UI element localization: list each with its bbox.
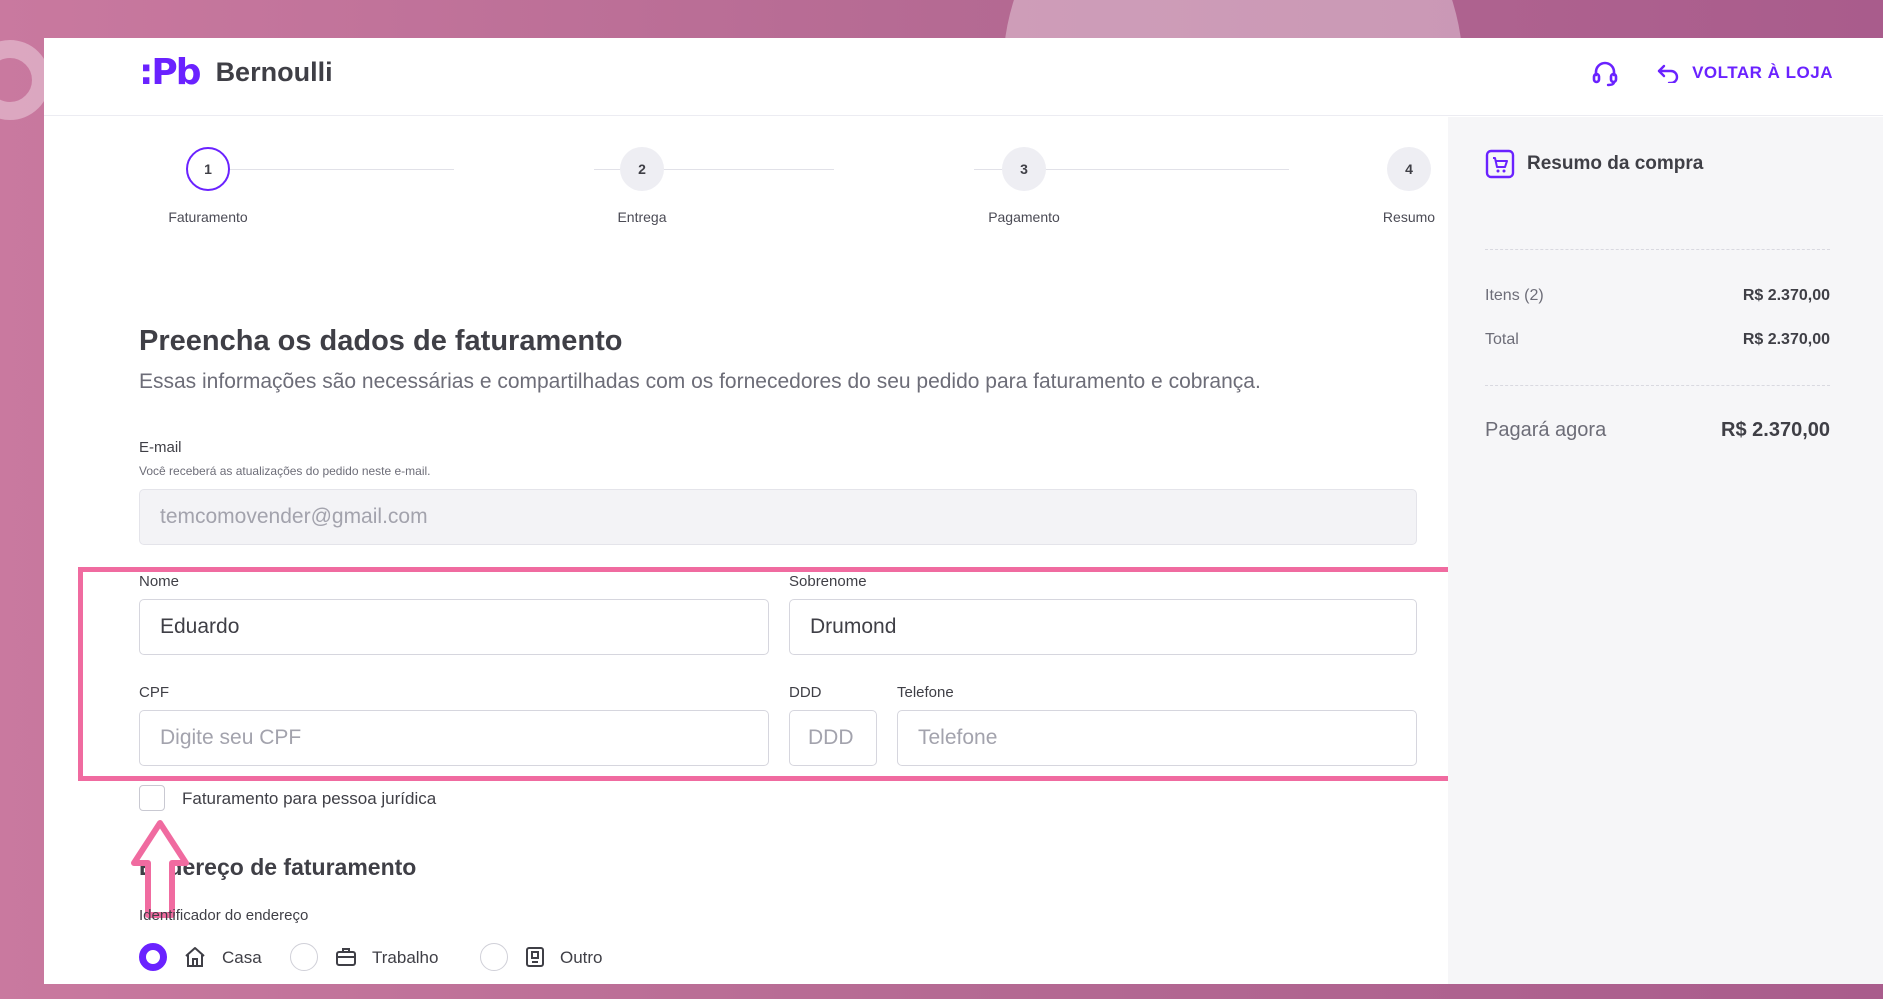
annotation-arrow-icon <box>131 820 189 918</box>
pay-now-label: Pagará agora <box>1485 419 1607 441</box>
checkout-window: :Pb Bernoulli VOLTAR À LOJA 1 Faturament… <box>44 38 1883 984</box>
items-label: Itens (2) <box>1485 287 1544 304</box>
email-hint: Você receberá as atualizações do pedido … <box>139 464 431 478</box>
radio-outro[interactable] <box>480 943 508 971</box>
radio-casa[interactable] <box>139 943 167 971</box>
cart-icon <box>1485 149 1515 179</box>
summary-header: Resumo da compra <box>1485 149 1703 179</box>
step-number: 3 <box>1002 147 1046 191</box>
step-label: Entrega <box>617 209 667 225</box>
nome-input[interactable]: Eduardo <box>139 599 769 655</box>
cpf-label: CPF <box>139 684 169 701</box>
step-number: 4 <box>1387 147 1431 191</box>
page-subtitle: Essas informações são necessárias e comp… <box>139 370 1261 393</box>
brand-name: Bernoulli <box>215 57 333 87</box>
ddd-input[interactable]: DDD <box>789 710 877 766</box>
address-identifier-label: Identificador do endereço <box>139 907 309 924</box>
back-to-store-label: VOLTAR À LOJA <box>1692 63 1833 82</box>
email-field[interactable]: temcomovender@gmail.com <box>139 489 1417 545</box>
sobrenome-label: Sobrenome <box>789 573 867 590</box>
logo[interactable]: :Pb Bernoulli <box>139 52 333 93</box>
step-number: 2 <box>620 147 664 191</box>
email-label: E-mail <box>139 439 182 456</box>
summary-pay-now-row: Pagará agora R$ 2.370,00 <box>1485 419 1830 442</box>
radio-trabalho[interactable] <box>290 943 318 971</box>
summary-divider <box>1485 385 1830 386</box>
radio-casa-label: Casa <box>222 948 262 967</box>
pessoa-juridica-checkbox[interactable] <box>139 785 165 811</box>
sobrenome-input[interactable]: Drumond <box>789 599 1417 655</box>
pay-now-value: R$ 2.370,00 <box>1721 419 1830 441</box>
header: :Pb Bernoulli VOLTAR À LOJA <box>44 38 1883 116</box>
summary-total-row: Total R$ 2.370,00 <box>1485 331 1830 349</box>
items-value: R$ 2.370,00 <box>1742 287 1830 304</box>
house-icon <box>185 947 205 967</box>
summary-title: Resumo da compra <box>1527 153 1704 174</box>
telefone-input[interactable]: Telefone <box>897 710 1417 766</box>
pessoa-juridica-label: Faturamento para pessoa jurídica <box>182 789 437 808</box>
main-content: 1 Faturamento 2 Entrega 3 Pagamento 4 Re… <box>44 117 1453 984</box>
step-entrega[interactable]: 2 Entrega <box>582 147 702 225</box>
step-label: Pagamento <box>988 209 1060 225</box>
checkout-stepper: 1 Faturamento 2 Entrega 3 Pagamento 4 Re… <box>139 147 1444 237</box>
step-label: Faturamento <box>168 209 248 225</box>
return-arrow-icon <box>1657 64 1679 83</box>
briefcase-icon <box>336 948 356 966</box>
building-icon <box>526 947 544 967</box>
summary-items-row: Itens (2) R$ 2.370,00 <box>1485 287 1830 305</box>
logo-mark: :Pb <box>139 52 202 93</box>
summary-divider <box>1485 249 1830 250</box>
total-value: R$ 2.370,00 <box>1742 331 1830 348</box>
order-summary-panel: Resumo da compra Itens (2) R$ 2.370,00 T… <box>1448 117 1883 984</box>
background-arc <box>0 40 50 120</box>
telefone-label: Telefone <box>897 684 954 701</box>
back-to-store-link[interactable]: VOLTAR À LOJA <box>1656 63 1833 83</box>
radio-trabalho-label: Trabalho <box>372 948 439 967</box>
page-title: Preencha os dados de faturamento <box>139 325 623 357</box>
step-faturamento[interactable]: 1 Faturamento <box>148 147 268 225</box>
step-number: 1 <box>186 147 230 191</box>
cpf-input[interactable]: Digite seu CPF <box>139 710 769 766</box>
header-actions: VOLTAR À LOJA <box>1590 58 1833 88</box>
radio-outro-label: Outro <box>560 948 603 967</box>
headset-support-icon[interactable] <box>1590 58 1620 88</box>
nome-label: Nome <box>139 573 180 590</box>
total-label: Total <box>1485 331 1519 348</box>
step-pagamento[interactable]: 3 Pagamento <box>964 147 1084 225</box>
ddd-label: DDD <box>789 684 822 701</box>
